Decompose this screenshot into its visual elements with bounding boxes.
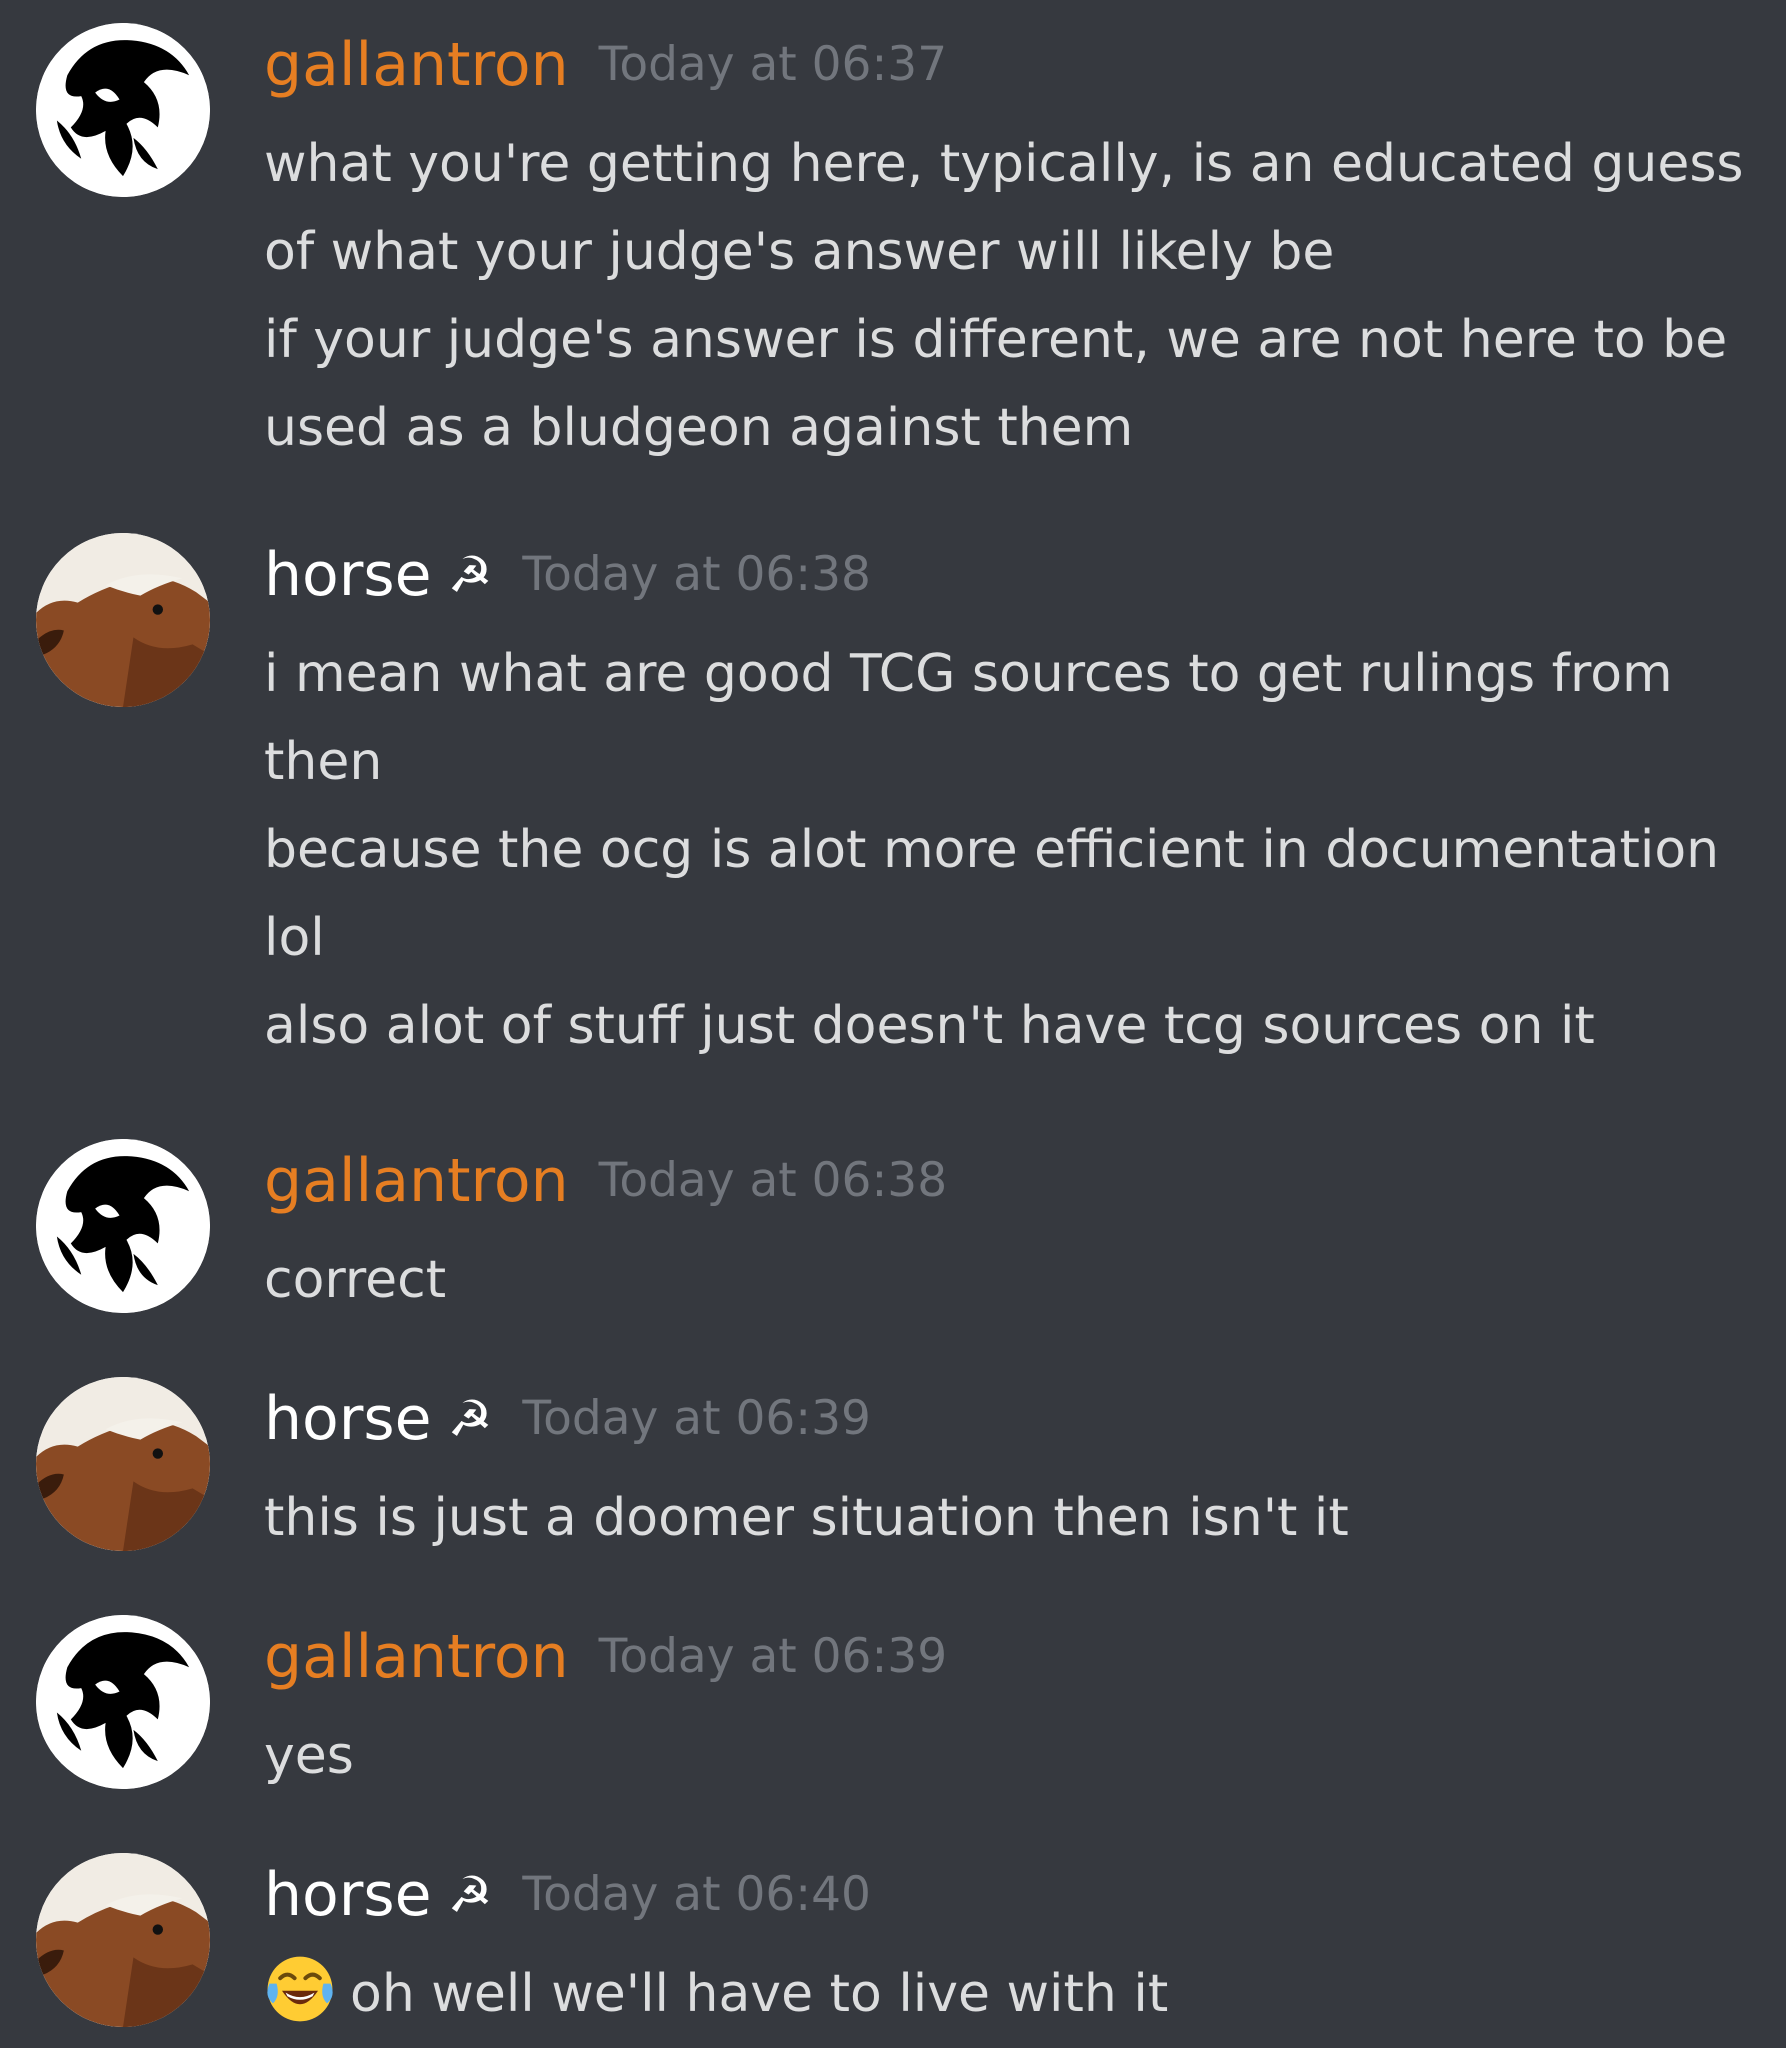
hammer-sickle-icon: ☭ — [447, 1866, 493, 1924]
message-line: oh well we'll have to live with it — [264, 1950, 1744, 2038]
black-white-art-avatar-icon — [36, 1139, 210, 1313]
message-line: of what your judge's answer will likely … — [264, 222, 1335, 282]
message-content: horse ☭ Today at 06:40 oh well we'll hav — [264, 1840, 1744, 2038]
horse-head-avatar-icon — [36, 533, 210, 707]
message-timestamp[interactable]: Today at 06:38 — [522, 520, 870, 630]
username[interactable]: horse — [264, 1840, 432, 1950]
chat-message-list: gallantron Today at 06:37 what you're ge… — [0, 0, 1786, 2048]
username[interactable]: gallantron — [264, 1126, 569, 1236]
message-line: because the ocg is alot more efficient i… — [264, 820, 1720, 880]
username[interactable]: gallantron — [264, 10, 569, 120]
message-line: yes — [264, 1726, 354, 1786]
message-line: i mean what are good TCG sources to get … — [264, 644, 1673, 704]
avatar[interactable] — [36, 533, 210, 707]
message-content: gallantron Today at 06:39 yes — [264, 1602, 1744, 1800]
face-with-tears-of-joy-icon[interactable] — [264, 1953, 336, 2025]
avatar[interactable] — [36, 1377, 210, 1551]
username[interactable]: horse — [264, 1364, 432, 1474]
message-line: if your judge's answer is different, we … — [264, 310, 1728, 370]
message-line: then — [264, 732, 383, 792]
message-timestamp[interactable]: Today at 06:39 — [599, 1602, 947, 1712]
message-timestamp[interactable]: Today at 06:37 — [599, 10, 947, 120]
message-line: also alot of stuff just doesn't have tcg… — [264, 996, 1595, 1056]
message-content: gallantron Today at 06:37 what you're ge… — [264, 10, 1744, 472]
black-white-art-avatar-icon — [36, 1615, 210, 1789]
avatar[interactable] — [36, 1853, 210, 2027]
message-text: oh well we'll have to live with it — [350, 1964, 1169, 2024]
avatar[interactable] — [36, 1615, 210, 1789]
message-timestamp[interactable]: Today at 06:40 — [522, 1840, 870, 1950]
message-header: gallantron Today at 06:39 — [264, 1602, 1744, 1712]
username[interactable]: gallantron — [264, 1602, 569, 1712]
message-timestamp[interactable]: Today at 06:38 — [599, 1126, 947, 1236]
message-header: horse ☭ Today at 06:40 — [264, 1840, 1744, 1950]
message-content: gallantron Today at 06:38 correct — [264, 1126, 1744, 1324]
hammer-sickle-icon: ☭ — [447, 1390, 493, 1448]
message-line: used as a bludgeon against them — [264, 398, 1134, 458]
message-content: horse ☭ Today at 06:38 i mean what are g… — [264, 520, 1744, 1070]
username[interactable]: horse — [264, 520, 432, 630]
avatar[interactable] — [36, 23, 210, 197]
message-header: gallantron Today at 06:37 — [264, 10, 1744, 120]
message-line: lol — [264, 908, 325, 968]
message-line: what you're getting here, typically, is … — [264, 134, 1744, 194]
horse-head-avatar-icon — [36, 1853, 210, 2027]
horse-head-avatar-icon — [36, 1377, 210, 1551]
message-header: horse ☭ Today at 06:38 — [264, 520, 1744, 630]
message-line: correct — [264, 1250, 447, 1310]
hammer-sickle-icon: ☭ — [447, 546, 493, 604]
message-line: this is just a doomer situation then isn… — [264, 1488, 1349, 1548]
message-timestamp[interactable]: Today at 06:39 — [522, 1364, 870, 1474]
avatar[interactable] — [36, 1139, 210, 1313]
black-white-art-avatar-icon — [36, 23, 210, 197]
message-content: horse ☭ Today at 06:39 this is just a do… — [264, 1364, 1744, 1562]
message-header: gallantron Today at 06:38 — [264, 1126, 1744, 1236]
message-header: horse ☭ Today at 06:39 — [264, 1364, 1744, 1474]
